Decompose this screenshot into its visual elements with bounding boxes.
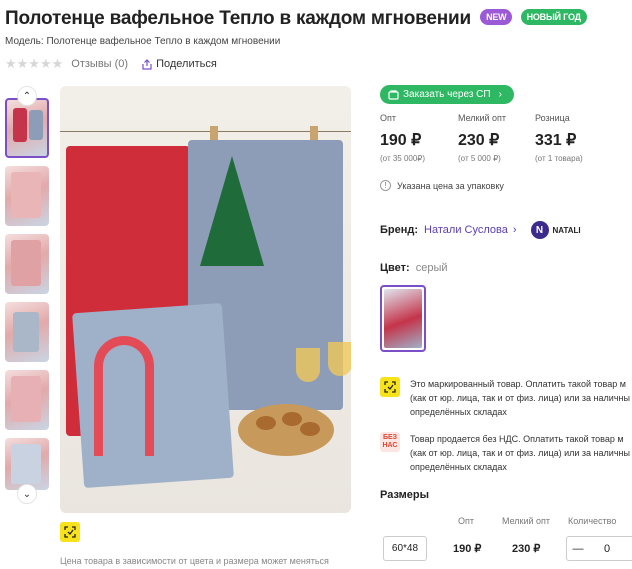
color-value: серый [415,262,448,274]
price-retail: Розница 331 ₽ (от 1 товара) [535,113,583,163]
share-label: Поделиться [156,58,217,70]
thumbnail-6[interactable] [5,438,49,490]
share-icon [142,58,152,70]
star-rating: ★★★★★ [5,56,64,71]
marking-icon [60,522,80,542]
decrement-button[interactable]: — [567,543,589,555]
brand-label: Бренд: [380,224,419,236]
share-button[interactable]: Поделиться [142,58,217,70]
chevron-down-icon[interactable]: ⌄ [17,484,37,504]
sizes-title: Размеры [380,489,430,501]
chevron-right-icon: › [512,224,517,236]
size-chip[interactable]: 60*48 [383,536,427,561]
product-title-text: Полотенце вафельное Тепло в каждом мгнов… [5,8,471,29]
chevron-right-icon: › [498,89,502,100]
price-label: Мелкий опт [458,113,507,123]
price-label: Розница [535,113,570,123]
product-title: Полотенце вафельное Тепло в каждом мгнов… [5,8,587,30]
brand-row: Бренд: Натали Суслова › N NATALI [380,221,581,239]
no-vat-notice-text: Товар продается без НДС. Оплатить такой … [410,434,630,472]
chevron-up-icon[interactable]: ⌃ [17,86,37,106]
thumbnail-4[interactable] [5,302,49,362]
christmas-tree [200,156,264,266]
marking-notice-text: Это маркированный товар. Оплатить такой … [410,379,630,417]
new-year-badge: НОВЫЙ ГОД [520,9,587,25]
price-value: 331 ₽ [535,132,577,149]
cart-icon [388,89,399,100]
color-row: Цвет: серый [380,262,448,274]
sizes-header-small-opt: Мелкий опт [502,516,551,526]
brand-logo-text: NATALI [552,225,581,235]
cookie [300,422,320,436]
order-sp-button[interactable]: Заказать через СП › [380,85,514,104]
price-note: Цена товара в зависимости от цвета и раз… [60,556,329,566]
package-price-text: Указана цена за упаковку [397,180,504,191]
size-price-opt: 190 ₽ [453,543,482,555]
price-small-opt: Мелкий опт 230 ₽ (от 5 000 ₽) [458,113,506,163]
quantity-input[interactable]: 0 [589,543,625,555]
new-badge: NEW [480,9,513,25]
color-swatch-grey[interactable] [380,285,426,352]
candy-cane [94,336,154,456]
price-condition: (от 1 товара) [535,154,583,163]
price-value: 230 ₽ [458,132,500,149]
cookie [282,412,302,426]
marking-icon [380,377,400,397]
wine-glass [296,348,320,382]
brand-link[interactable]: Натали Суслова [424,224,508,236]
product-main-image[interactable] [60,86,351,513]
sizes-header-qty: Количество [568,516,617,526]
price-value: 190 ₽ [380,132,422,149]
model-text: Модель: Полотенце вафельное Тепло в кажд… [5,36,281,47]
price-condition: (от 35 000₽) [380,154,426,163]
marking-notice: Это маркированный товар. Оплатить такой … [380,377,632,419]
price-label: Опт [380,113,396,123]
size-price-small-opt: 230 ₽ [512,543,541,555]
order-sp-label: Заказать через СП [403,89,491,100]
brand-logo[interactable]: N NATALI [530,221,581,239]
price-opt: Опт 190 ₽ (от 35 000₽) [380,113,425,163]
package-price-info: ! Указана цена за упаковку [380,180,504,191]
clothesline [60,131,351,132]
wine-glass [328,342,351,376]
thumbnail-1[interactable] [5,98,49,158]
color-label: Цвет: [380,262,410,274]
rating-row: ★★★★★ Отзывы (0) Поделиться [5,56,217,72]
no-vat-notice: БЕЗ НАС Товар продается без НДС. Оплатит… [380,432,632,474]
thumbnail-2[interactable] [5,166,49,226]
cookie [256,416,276,430]
thumbnail-3[interactable] [5,234,49,294]
info-icon: ! [380,180,391,191]
natali-logo-icon: N [530,221,549,239]
sizes-header-opt: Опт [458,516,474,526]
quantity-stepper[interactable]: — 0 [566,536,632,561]
reviews-link[interactable]: Отзывы (0) [71,58,128,70]
no-vat-icon: БЕЗ НАС [380,432,400,452]
price-condition: (от 5 000 ₽) [458,154,501,163]
thumbnail-5[interactable] [5,370,49,430]
